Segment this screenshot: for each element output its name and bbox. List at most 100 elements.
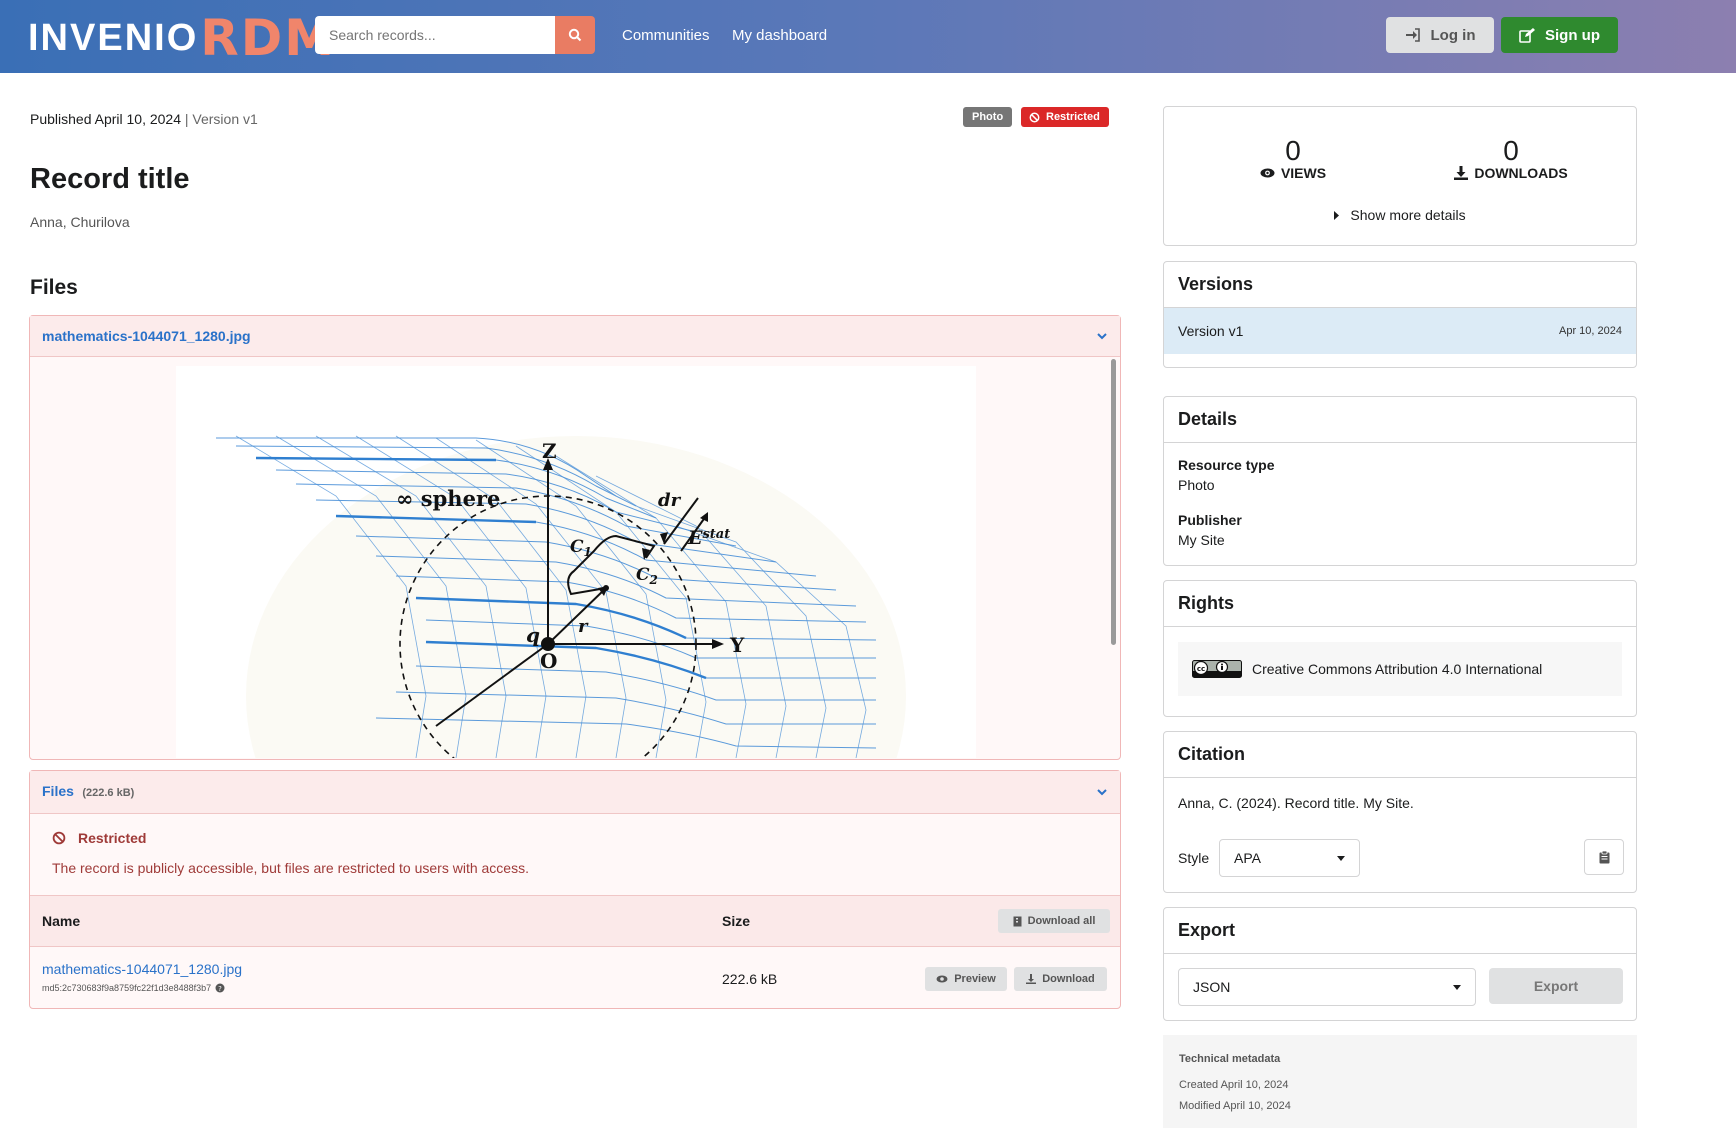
download-all-button[interactable]: Download all <box>998 909 1110 933</box>
eye-icon <box>936 975 948 983</box>
resource-type-label: Resource type <box>1178 457 1275 473</box>
axis-z-label: Z <box>542 439 557 463</box>
search-bar <box>315 16 595 54</box>
nav-communities[interactable]: Communities <box>622 27 710 44</box>
svg-text:?: ? <box>218 985 222 993</box>
preview-button[interactable]: Preview <box>925 967 1007 991</box>
technical-metadata-title: Technical metadata <box>1179 1053 1281 1065</box>
publisher-value: My Site <box>1178 532 1225 548</box>
ban-icon <box>52 831 66 845</box>
column-size: Size <box>722 913 751 929</box>
login-label: Log in <box>1430 26 1476 44</box>
versions-card: Versions Version v1 Apr 10, 2024 <box>1163 261 1637 368</box>
clipboard-icon <box>1599 850 1609 863</box>
access-badge[interactable]: Restricted <box>1021 107 1109 127</box>
download-icon <box>1026 974 1037 984</box>
files-list-title[interactable]: Files <box>42 783 74 799</box>
version-item-date: Apr 10, 2024 <box>1559 325 1622 337</box>
export-card: Export JSON Export <box>1163 907 1637 1021</box>
stats-card: 0 VIEWS 0 DOWNLOADS Show more details <box>1163 106 1637 246</box>
created-date: Created April 10, 2024 <box>1179 1079 1289 1091</box>
export-format-select[interactable]: JSON <box>1178 968 1476 1006</box>
dr-label: dr <box>658 490 682 511</box>
column-name: Name <box>42 913 81 929</box>
license-name: Creative Commons Attribution 4.0 Interna… <box>1252 661 1543 677</box>
download-button[interactable]: Download <box>1014 967 1107 991</box>
show-more-details[interactable]: Show more details <box>1164 207 1636 223</box>
record-title: Record title <box>30 163 190 195</box>
modified-date: Modified April 10, 2024 <box>1179 1100 1291 1112</box>
charge-label: q <box>526 623 540 647</box>
search-icon <box>568 28 582 42</box>
restricted-message: Restricted The record is publicly access… <box>30 814 1120 895</box>
citation-title: Citation <box>1164 732 1636 778</box>
version-item[interactable]: Version v1 Apr 10, 2024 <box>1164 308 1636 354</box>
cc-by-license-icon: cc <box>1192 660 1242 678</box>
ban-icon <box>1029 112 1040 122</box>
preview-image: Z Y O q ∞ sphere C1 C2 dr r Estat <box>176 366 976 758</box>
publisher-label: Publisher <box>1178 512 1242 528</box>
download-label: Download <box>1042 973 1095 985</box>
details-card: Details Resource type Photo Publisher My… <box>1163 396 1637 566</box>
chevron-down-icon[interactable] <box>1096 788 1108 796</box>
views-label: VIEWS <box>1280 165 1327 181</box>
origin-label: O <box>540 649 557 673</box>
resource-type-badge: Photo <box>963 107 1013 127</box>
dropdown-icon <box>1453 984 1461 990</box>
preview-label: Preview <box>954 973 996 985</box>
style-label: Style <box>1178 850 1210 866</box>
citation-style-select[interactable]: APA <box>1219 839 1360 877</box>
access-badge-label: Restricted <box>1046 111 1100 123</box>
restricted-text: The record is publicly accessible, but f… <box>52 860 529 876</box>
search-input[interactable] <box>315 16 555 54</box>
download-all-label: Download all <box>1027 915 1096 927</box>
details-title: Details <box>1164 397 1636 443</box>
chevron-down-icon[interactable] <box>1096 332 1108 340</box>
file-checksum: md5:2c730683f9a8759fc22f1d3e8488f3b7 ? <box>42 983 225 993</box>
preview-scrollbar[interactable] <box>1111 359 1116 645</box>
nav-my-dashboard[interactable]: My dashboard <box>732 27 827 44</box>
technical-metadata: Technical metadata Created April 10, 202… <box>1163 1035 1637 1128</box>
login-button[interactable]: Log in <box>1386 17 1494 53</box>
table-row: mathematics-1044071_1280.jpg md5:2c73068… <box>30 947 1120 1009</box>
export-format-value: JSON <box>1193 979 1231 995</box>
signup-label: Sign up <box>1545 26 1600 44</box>
download-icon <box>1454 166 1469 180</box>
files-list-header[interactable]: Files (222.6 kB) <box>30 771 1120 814</box>
edit-icon <box>1519 27 1535 43</box>
file-preview-panel: mathematics-1044071_1280.jpg Z Y O q ∞ s… <box>29 315 1121 760</box>
sign-in-icon <box>1405 28 1420 42</box>
views-stat: 0 VIEWS <box>1213 135 1373 181</box>
rights-title: Rights <box>1164 581 1636 627</box>
search-button[interactable] <box>555 16 595 54</box>
file-name-link[interactable]: mathematics-1044071_1280.jpg <box>42 961 242 977</box>
r-vector-label: r <box>578 616 589 637</box>
versions-title: Versions <box>1164 262 1636 308</box>
downloads-stat: 0 DOWNLOADS <box>1431 135 1591 181</box>
copy-citation-button[interactable] <box>1584 839 1624 875</box>
version-item-label: Version v1 <box>1178 323 1244 339</box>
resource-type-value: Photo <box>1178 477 1215 493</box>
signup-button[interactable]: Sign up <box>1501 17 1618 53</box>
files-list-panel: Files (222.6 kB) Restricted The record i… <box>29 770 1121 1009</box>
preview-header[interactable]: mathematics-1044071_1280.jpg <box>30 316 1120 357</box>
invenio-rdm-logo[interactable]: INVENIO RDM <box>28 9 336 67</box>
eye-icon <box>1260 168 1275 178</box>
file-size: 222.6 kB <box>722 971 778 987</box>
preview-file-name[interactable]: mathematics-1044071_1280.jpg <box>42 328 251 344</box>
citation-card: Citation Anna, C. (2024). Record title. … <box>1163 731 1637 893</box>
version-label: Version v1 <box>192 111 258 127</box>
show-more-label: Show more details <box>1350 207 1466 223</box>
export-button[interactable]: Export <box>1489 968 1623 1004</box>
published-date: Published April 10, 2024 <box>30 111 181 127</box>
sphere-label: ∞ sphere <box>396 486 500 511</box>
citation-text: Anna, C. (2024). Record title. My Site. <box>1178 795 1414 811</box>
question-circle-icon[interactable]: ? <box>215 983 225 993</box>
svg-text:cc: cc <box>1197 665 1205 673</box>
license-item[interactable]: cc Creative Commons Attribution 4.0 Inte… <box>1178 642 1622 696</box>
downloads-count: 0 <box>1503 135 1519 166</box>
md5-text: md5:2c730683f9a8759fc22f1d3e8488f3b7 <box>42 983 212 993</box>
files-total-size: (222.6 kB) <box>82 787 135 799</box>
rights-card: Rights cc Creative Commons Attribution 4… <box>1163 580 1637 717</box>
record-authors[interactable]: Anna, Churilova <box>30 214 130 230</box>
